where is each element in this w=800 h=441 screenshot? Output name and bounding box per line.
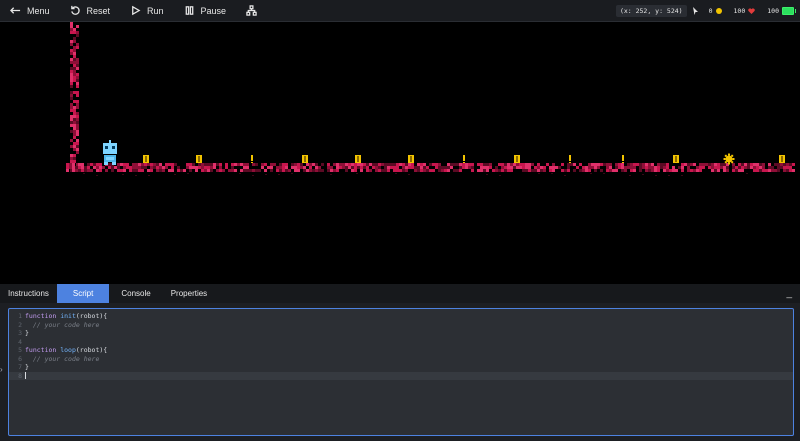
code-area[interactable]: 1 function init(robot){ 2 // your code he… [9,309,793,380]
pause-button[interactable]: Pause [176,0,235,21]
text-cursor [25,372,26,379]
left-wall [70,22,79,172]
chevron-right-icon[interactable]: › [0,365,3,374]
reset-button[interactable]: Reset [62,0,119,21]
line-number: 1 [18,312,22,320]
run-button[interactable]: Run [122,0,172,21]
run-label: Run [147,5,164,16]
heart-icon [748,7,755,14]
bottom-panel: Instructions Script Console Properties _… [0,284,800,441]
panel-tabs: Instructions Script Console Properties _ [0,284,800,303]
play-icon [132,5,141,16]
structure-button[interactable] [238,0,265,21]
collapse-panel-button[interactable]: _ [786,284,792,303]
coin-icon [715,7,722,14]
coin-count: 0 [708,6,713,15]
code-editor[interactable]: 1 function init(robot){ 2 // your code he… [8,308,794,436]
key-item [463,155,465,163]
key-item [622,155,624,163]
line-number: 5 [18,346,22,354]
coin-item [673,155,679,163]
code-line: // your code here [25,320,100,329]
game-world [66,22,795,176]
line-number: 4 [18,337,22,346]
key-item [569,155,571,163]
cursor-icon [692,6,698,15]
reset-label: Reset [86,5,111,16]
toolbar: Menu Reset Run Pause (x: 252, y: 524) 0 … [0,0,800,22]
coordinate-readout: (x: 252, y: 524) [615,4,687,17]
hierarchy-icon [246,5,257,16]
pause-label: Pause [200,5,227,16]
coin-item [408,155,414,163]
pause-icon [185,6,193,15]
coin-item [196,155,202,163]
code-line: function init(robot){ [25,312,108,320]
coin-item [143,155,149,163]
robot-sprite[interactable] [103,140,117,165]
game-canvas[interactable] [0,22,800,284]
menu-label: Menu [27,5,50,16]
line-number: 6 [18,354,22,363]
line-number: 2 [18,320,22,329]
battery-icon [782,6,796,15]
code-line: // your code here [25,354,100,363]
coin-item [514,155,520,163]
code-line: } [25,363,29,371]
tab-console[interactable]: Console [109,284,158,303]
floor [66,163,795,176]
status-bar: (x: 252, y: 524) 0 100 100 [615,0,800,21]
key-item [251,155,253,163]
code-line: function loop(robot){ [25,346,108,354]
collectibles [143,153,785,165]
arrow-left-icon [10,7,21,14]
code-line: } [25,329,29,337]
tab-instructions[interactable]: Instructions [0,284,57,303]
line-number: 3 [18,329,22,337]
coin-item [779,155,785,163]
coin-item [302,155,308,163]
line-number: 7 [18,363,22,371]
coin-item [355,155,361,163]
menu-button[interactable]: Menu [2,0,58,21]
line-number: 8 [18,371,22,380]
battery-value: 100 [767,6,779,15]
code-line [25,372,26,381]
tab-script[interactable]: Script [56,284,110,303]
gear-item [723,153,735,165]
health-value: 100 [733,6,746,15]
reset-icon [70,5,80,15]
tab-properties[interactable]: Properties [159,284,215,303]
